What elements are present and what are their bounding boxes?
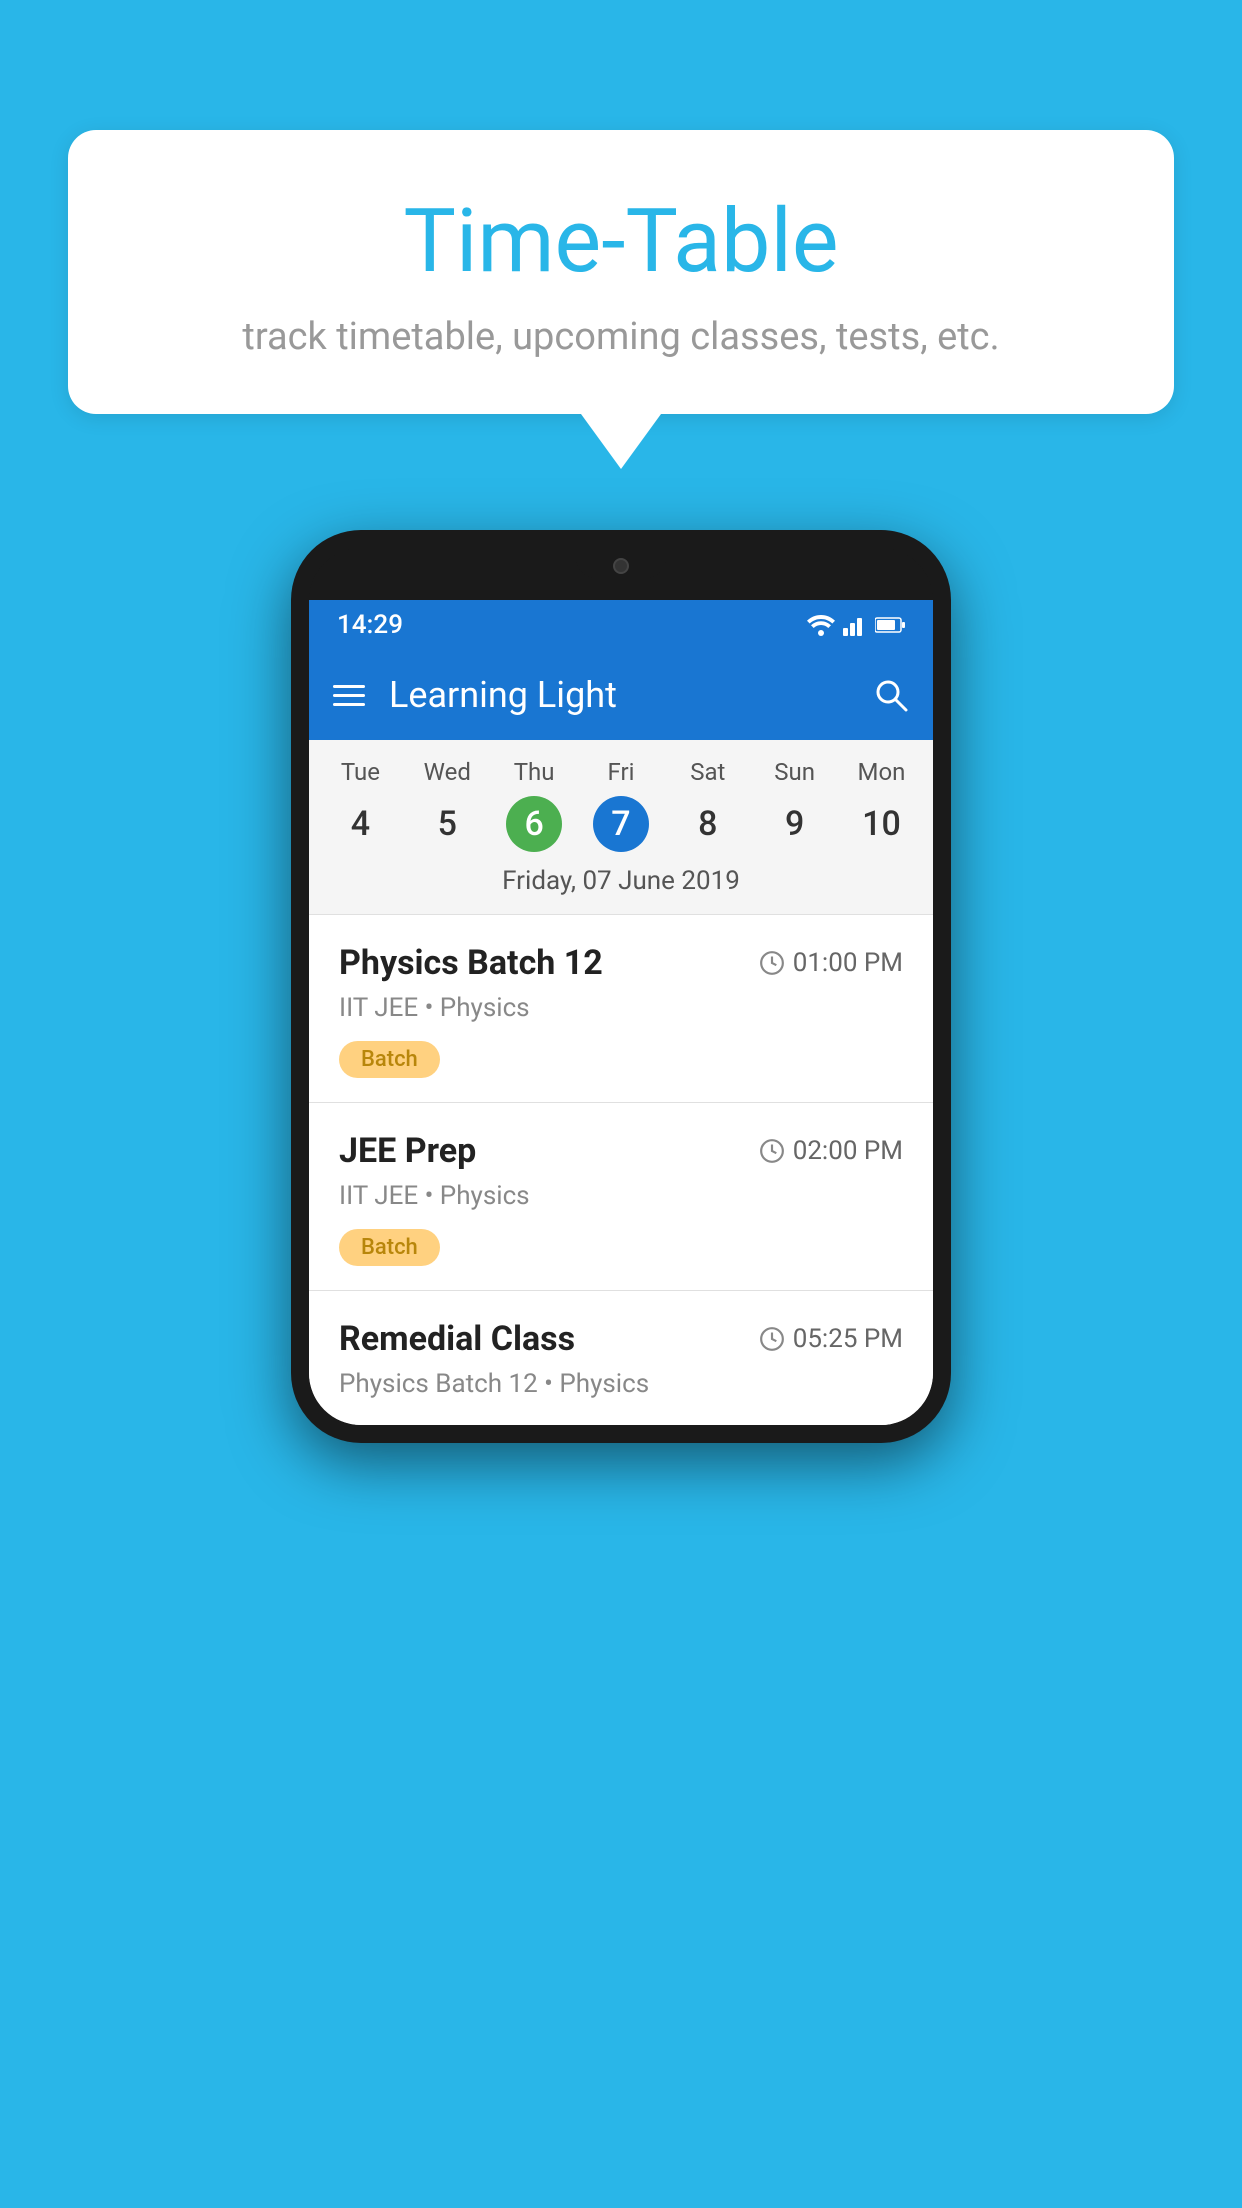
calendar-days-row: Tue 4 Wed 5 Thu 6 Fri 7 Sat 8 Sun 9 Mon 10 (309, 758, 933, 852)
day-number: 9 (767, 796, 823, 852)
schedule-item-time: 02:00 PM (759, 1136, 903, 1166)
speech-bubble-card: Time-Table track timetable, upcoming cla… (68, 130, 1174, 414)
day-number: 5 (419, 796, 475, 852)
calendar-day-col[interactable]: Sun 9 (755, 758, 835, 852)
schedule-item-subtitle: IIT JEE • Physics (339, 993, 903, 1023)
clock-icon (759, 1326, 785, 1352)
schedule-item-time: 05:25 PM (759, 1324, 903, 1354)
batch-badge: Batch (339, 1229, 440, 1266)
schedule-item-title: Physics Batch 12 (339, 943, 603, 983)
speech-bubble-subtitle: track timetable, upcoming classes, tests… (108, 315, 1134, 359)
schedule-item-time: 01:00 PM (759, 948, 903, 978)
day-number: 7 (593, 796, 649, 852)
schedule-item[interactable]: Physics Batch 12 01:00 PM IIT JEE • Physi… (309, 915, 933, 1103)
calendar-day-col[interactable]: Tue 4 (320, 758, 400, 852)
schedule-list: Physics Batch 12 01:00 PM IIT JEE • Physi… (309, 915, 933, 1425)
day-name: Fri (607, 758, 634, 786)
wifi-icon (807, 614, 835, 636)
battery-icon (875, 616, 905, 634)
speech-bubble-pointer (581, 414, 661, 469)
calendar-day-col[interactable]: Wed 5 (407, 758, 487, 852)
day-name: Tue (341, 758, 380, 786)
calendar-strip: Tue 4 Wed 5 Thu 6 Fri 7 Sat 8 Sun 9 Mon 10 Friday, 07… (309, 740, 933, 915)
phone-mockup: 14:29 (291, 530, 951, 1443)
day-number: 10 (853, 796, 909, 852)
phone-screen: 14:29 (309, 600, 933, 1425)
day-number: 6 (506, 796, 562, 852)
schedule-item-header: JEE Prep 02:00 PM (339, 1131, 903, 1171)
signal-icon (843, 614, 867, 636)
calendar-day-col[interactable]: Mon 10 (841, 758, 921, 852)
phone-top-bar (309, 548, 933, 600)
day-name: Sun (774, 758, 815, 786)
schedule-item-subtitle: IIT JEE • Physics (339, 1181, 903, 1211)
batch-badge: Batch (339, 1041, 440, 1078)
menu-icon[interactable] (333, 685, 365, 706)
status-icons (807, 614, 905, 636)
speech-bubble-title: Time-Table (108, 190, 1134, 293)
status-bar: 14:29 (309, 600, 933, 650)
day-name: Mon (858, 758, 906, 786)
clock-icon (759, 950, 785, 976)
phone-outer: 14:29 (291, 530, 951, 1443)
schedule-item-subtitle: Physics Batch 12 • Physics (339, 1369, 903, 1399)
search-icon[interactable] (873, 677, 909, 713)
schedule-item-header: Physics Batch 12 01:00 PM (339, 943, 903, 983)
day-number: 4 (332, 796, 388, 852)
calendar-day-col[interactable]: Fri 7 (581, 758, 661, 852)
schedule-item-title: Remedial Class (339, 1319, 575, 1359)
schedule-item-title: JEE Prep (339, 1131, 476, 1171)
clock-icon (759, 1138, 785, 1164)
status-time: 14:29 (337, 610, 403, 640)
phone-camera (613, 558, 629, 574)
schedule-item-header: Remedial Class 05:25 PM (339, 1319, 903, 1359)
day-name: Wed (424, 758, 471, 786)
calendar-selected-date: Friday, 07 June 2019 (309, 852, 933, 914)
day-number: 8 (680, 796, 736, 852)
day-name: Sat (690, 758, 725, 786)
schedule-item[interactable]: Remedial Class 05:25 PM Physics Batch 12 … (309, 1291, 933, 1425)
day-name: Thu (514, 758, 555, 786)
app-toolbar: Learning Light (309, 650, 933, 740)
schedule-item[interactable]: JEE Prep 02:00 PM IIT JEE • Physics Batch (309, 1103, 933, 1291)
calendar-day-col[interactable]: Sat 8 (668, 758, 748, 852)
speech-bubble-section: Time-Table track timetable, upcoming cla… (68, 130, 1174, 469)
calendar-day-col[interactable]: Thu 6 (494, 758, 574, 852)
toolbar-title: Learning Light (389, 674, 849, 716)
